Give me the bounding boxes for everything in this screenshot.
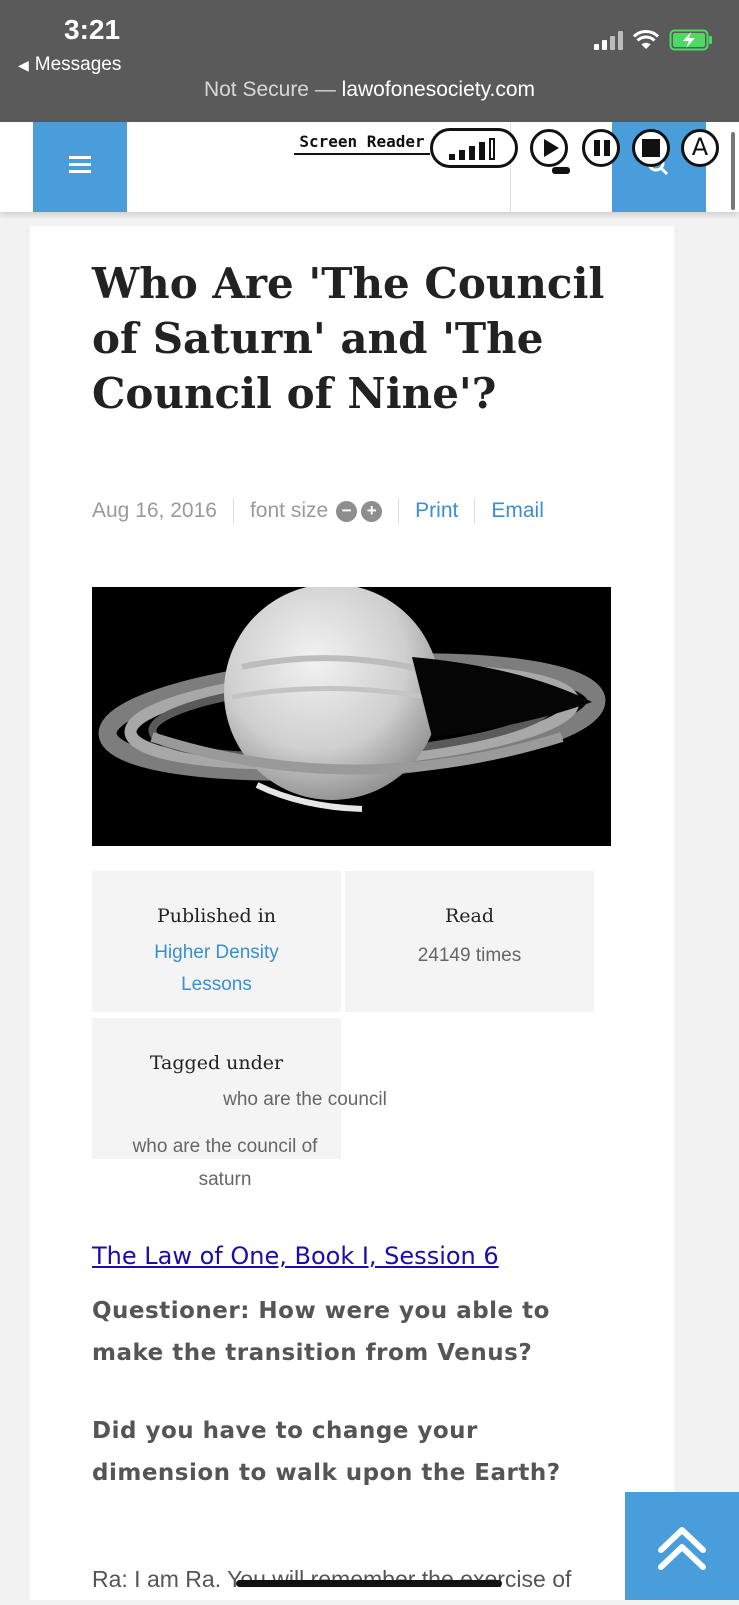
question-paragraph: Did you have to change your dimension to…	[92, 1418, 561, 1486]
session-link[interactable]: The Law of One, Book I, Session 6	[92, 1242, 499, 1270]
published-in-box: Published in Higher Density Lessons	[92, 871, 341, 1012]
url-domain: lawofonesociety.com	[341, 78, 536, 101]
wifi-icon	[633, 30, 659, 49]
read-count-box: Read 24149 times	[345, 871, 594, 1012]
site-header: Screen Reader A	[0, 122, 739, 212]
email-link[interactable]: Email	[491, 499, 544, 523]
article-meta: Aug 16, 2016 font size − + Print Email	[92, 496, 544, 526]
double-chevron-up-icon	[658, 1527, 706, 1570]
back-to-messages[interactable]: ◀ Messages	[18, 54, 121, 76]
scrollbar[interactable]	[731, 132, 735, 210]
pause-icon[interactable]	[582, 129, 620, 167]
article-date: Aug 16, 2016	[92, 499, 217, 522]
tag-link[interactable]: who are the council of saturn	[130, 1130, 320, 1196]
security-warning: Not Secure —	[203, 78, 336, 101]
home-indicator[interactable]	[236, 1580, 502, 1587]
status-time: 3:21	[64, 14, 121, 45]
published-in-label: Published in	[156, 905, 277, 927]
question-paragraph: Questioner: How were you able to make th…	[92, 1298, 550, 1366]
back-arrow-icon: ◀	[18, 57, 29, 73]
screen-reader-label: Screen Reader	[294, 132, 430, 155]
status-indicators	[594, 26, 713, 54]
read-label: Read	[444, 905, 495, 927]
saturn-image	[92, 587, 611, 846]
tag-link[interactable]: who are the council	[190, 1089, 420, 1111]
hamburger-icon	[69, 156, 91, 174]
font-a-icon[interactable]: A	[681, 129, 719, 167]
font-decrease-button[interactable]: −	[336, 500, 358, 522]
play-indicator	[552, 167, 570, 174]
menu-button[interactable]	[33, 122, 127, 212]
tagged-under-label: Tagged under	[149, 1052, 284, 1074]
play-icon[interactable]	[530, 129, 568, 167]
scroll-to-top-button[interactable]	[625, 1492, 739, 1600]
stop-icon[interactable]	[632, 129, 670, 167]
category-link[interactable]: Higher Density Lessons	[92, 937, 341, 1001]
read-count: 24149 times	[417, 945, 522, 966]
battery-charging-icon	[669, 29, 712, 51]
address-bar[interactable]: Not Secure — lawofonesociety.com	[0, 78, 739, 102]
volume-icon[interactable]	[430, 128, 518, 168]
print-link[interactable]: Print	[415, 499, 458, 523]
cellular-signal-icon	[594, 30, 623, 50]
font-size-label: font size	[249, 499, 329, 522]
article-title: Who Are 'The Council of Saturn' and 'The…	[92, 259, 605, 418]
browser-status-bar: 3:21 ◀ Messages Not Secure — lawofonesoci…	[0, 0, 739, 122]
back-app-label: Messages	[34, 54, 122, 75]
font-increase-button[interactable]: +	[361, 500, 383, 522]
article-card: Who Are 'The Council of Saturn' and 'The…	[30, 226, 674, 1600]
